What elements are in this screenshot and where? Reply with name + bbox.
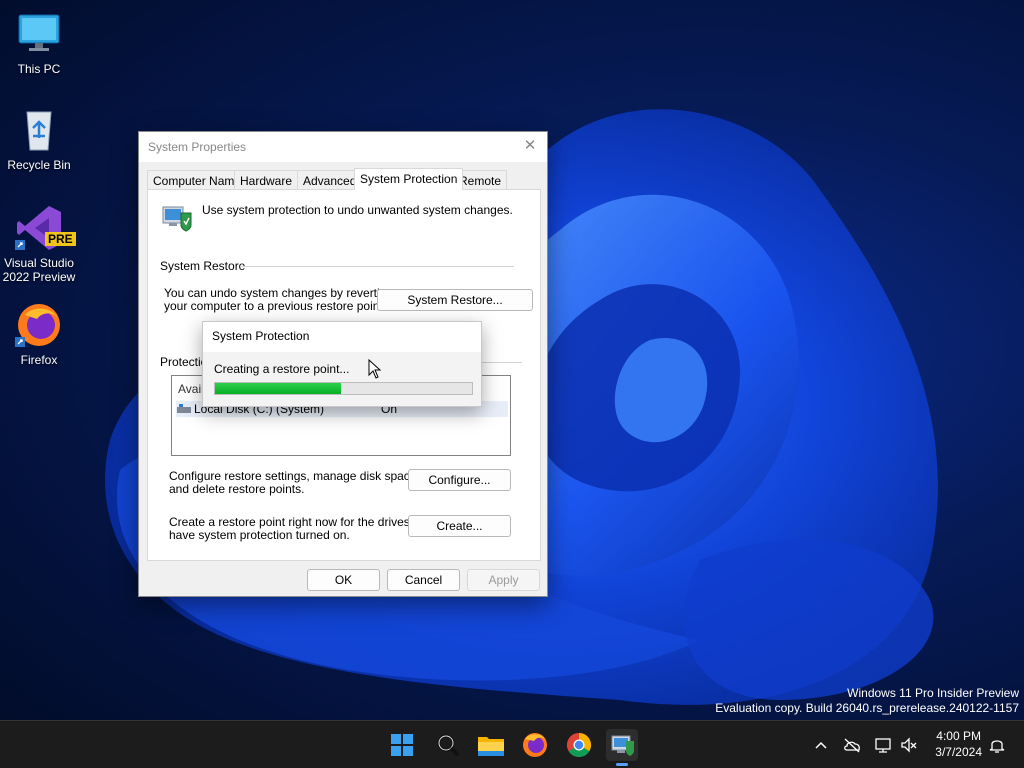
progress-message: Creating a restore point...: [214, 362, 350, 376]
volume-muted-icon[interactable]: [899, 735, 919, 755]
tab-computer-name[interactable]: Computer Name: [147, 170, 248, 190]
visual-studio-icon: PRE: [15, 204, 76, 252]
monitor-icon: [15, 10, 63, 58]
active-app-indicator: [616, 763, 628, 766]
clock-time: 4:00 PM: [936, 729, 981, 743]
evaluation-watermark: Windows 11 Pro Insider Preview Evaluatio…: [715, 686, 1019, 716]
firefox-icon[interactable]: [519, 729, 551, 761]
configure-button[interactable]: Configure...: [408, 469, 511, 491]
progress-dialog-title: System Protection: [203, 322, 481, 352]
create-description: have system protection turned on.: [169, 528, 350, 542]
tab-system-protection[interactable]: System Protection: [354, 168, 464, 190]
system-properties-icon[interactable]: [606, 729, 638, 766]
desktop-icon-label: Recycle Bin: [7, 158, 71, 172]
configure-description: and delete restore points.: [169, 482, 305, 496]
system-restore-button[interactable]: System Restore...: [377, 289, 533, 311]
taskbar-clock[interactable]: 4:00 PM 3/7/2024: [935, 728, 982, 760]
system-restore-group-label: System Restore: [160, 259, 246, 273]
close-icon[interactable]: ✕: [521, 137, 539, 155]
watermark-line: Windows 11 Pro Insider Preview: [847, 686, 1019, 700]
desktop-icon-this-pc[interactable]: This PC: [1, 10, 77, 76]
cancel-button[interactable]: Cancel: [387, 569, 460, 591]
firefox-icon: [15, 301, 63, 349]
recycle-bin-icon: [15, 106, 63, 154]
restore-description: your computer to a previous restore poin…: [164, 299, 387, 313]
network-icon[interactable]: [873, 735, 893, 755]
desktop-icon-firefox[interactable]: Firefox: [1, 301, 77, 367]
mouse-cursor-icon: [368, 359, 382, 379]
watermark-line: Evaluation copy. Build 26040.rs_prerelea…: [715, 701, 1019, 715]
desktop-icon-label: Firefox: [20, 353, 58, 367]
tab-hardware[interactable]: Hardware: [234, 170, 299, 190]
desktop-icon-label: 2022 Preview: [2, 270, 76, 284]
notification-bell-icon[interactable]: [987, 735, 1007, 755]
tab-advanced[interactable]: Advanced: [297, 170, 363, 190]
taskbar: 4:00 PM 3/7/2024: [0, 720, 1024, 768]
system-protection-icon: [161, 201, 193, 233]
file-explorer-icon[interactable]: [475, 729, 507, 761]
system-protection-progress-dialog: System Protection Creating a restore poi…: [202, 321, 482, 407]
pre-badge: PRE: [45, 232, 76, 246]
ok-button[interactable]: OK: [307, 569, 380, 591]
create-button[interactable]: Create...: [408, 515, 511, 537]
dialog-titlebar[interactable]: System Properties ✕: [139, 132, 547, 162]
progress-fill: [215, 383, 341, 394]
drive-icon: [177, 403, 191, 413]
dialog-title: System Properties: [148, 140, 247, 154]
intro-text: Use system protection to undo unwanted s…: [202, 203, 513, 217]
chrome-icon[interactable]: [563, 729, 595, 761]
clock-date: 3/7/2024: [935, 745, 982, 759]
start-icon[interactable]: [386, 729, 418, 761]
search-icon[interactable]: [432, 729, 464, 761]
restore-point-progress-bar: [214, 382, 473, 395]
desktop-icon-label: This PC: [17, 62, 61, 76]
desktop-icon-recycle-bin[interactable]: Recycle Bin: [1, 106, 77, 172]
cloud-offline-icon[interactable]: [842, 735, 862, 755]
group-divider: [240, 266, 514, 267]
apply-button[interactable]: Apply: [467, 569, 540, 591]
desktop-icon-visual-studio[interactable]: PRE Visual Studio 2022 Preview: [1, 204, 77, 284]
desktop-icon-label: Visual Studio: [4, 256, 74, 270]
chevron-up-icon[interactable]: [811, 735, 831, 755]
